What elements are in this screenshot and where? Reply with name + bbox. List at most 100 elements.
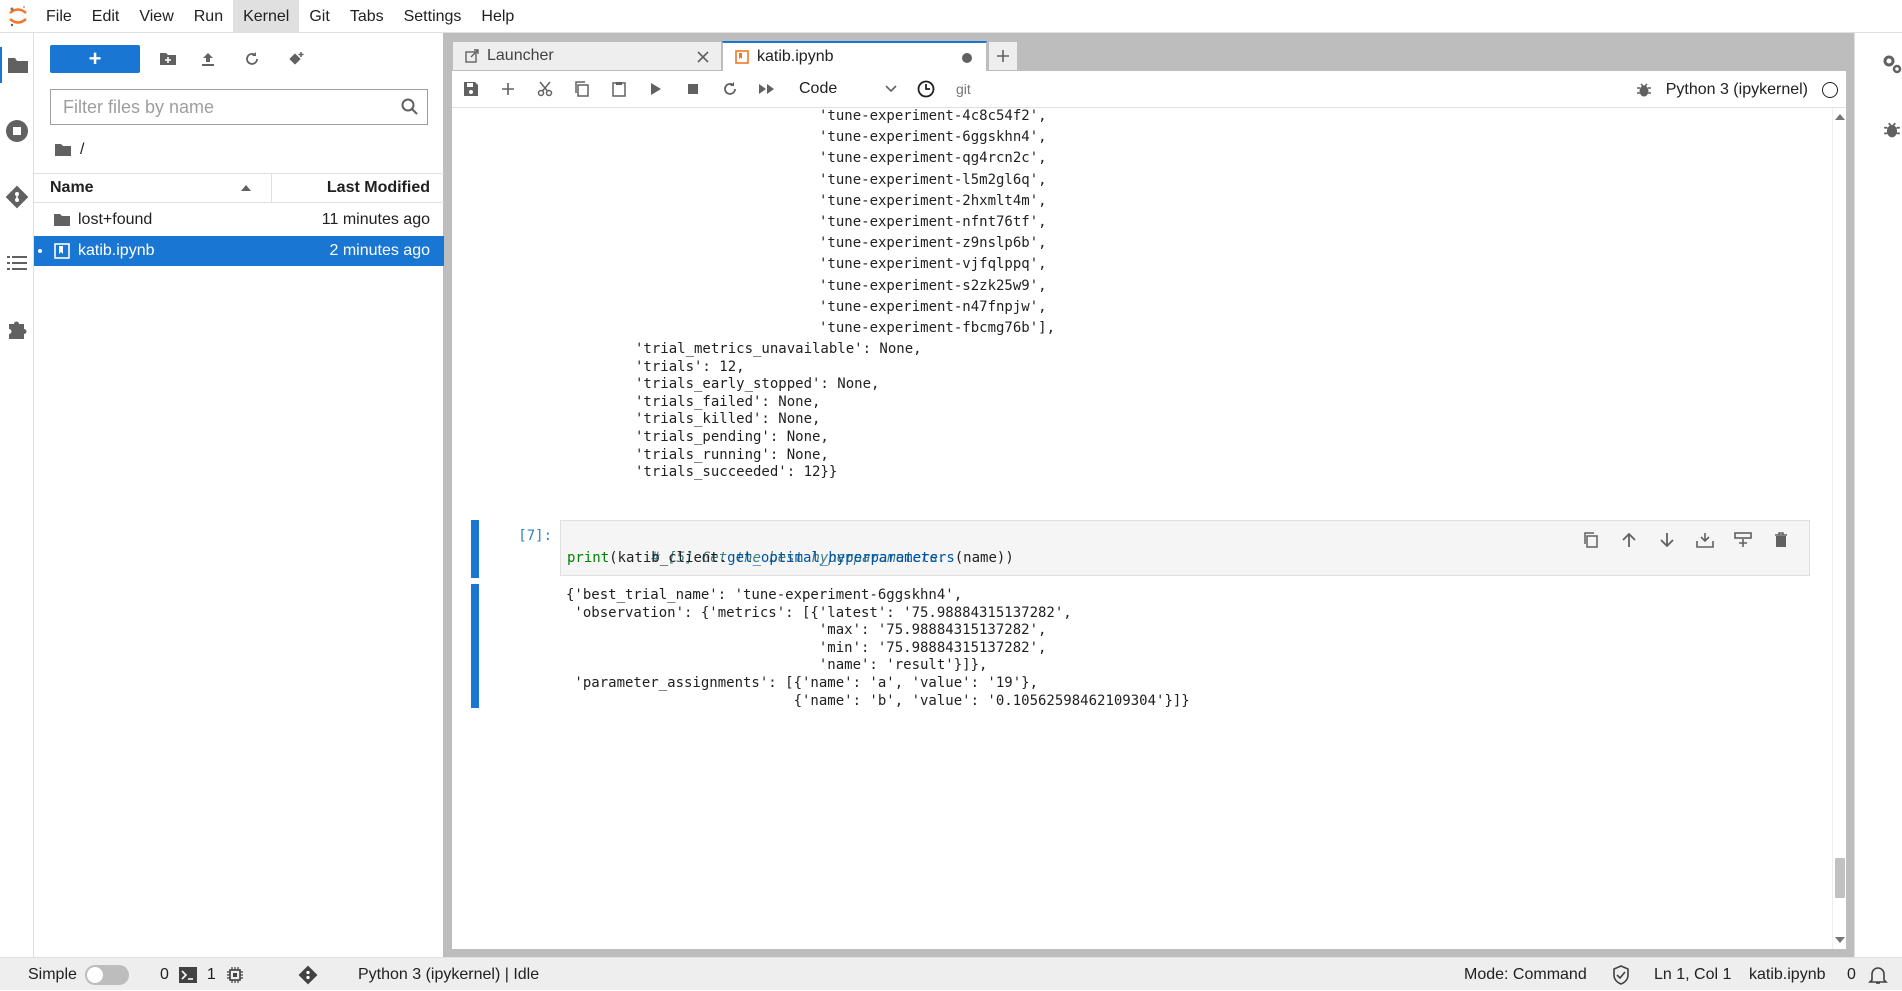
file-modified: 11 minutes ago: [321, 211, 430, 228]
chevron-down-icon: [885, 85, 897, 93]
file-browser-panel: + / Name Last Modified lost+foun: [34, 33, 444, 957]
new-launcher-button[interactable]: +: [50, 45, 140, 73]
add-tab-button[interactable]: [989, 42, 1017, 70]
home-folder-icon[interactable]: [54, 143, 72, 157]
simple-mode-toggle[interactable]: [84, 964, 129, 985]
menu-file[interactable]: File: [36, 0, 82, 33]
move-down-button[interactable]: [1653, 527, 1681, 553]
table-of-contents-icon[interactable]: [0, 245, 33, 281]
output-line: 'tune-experiment-qg4rcn2c',: [819, 150, 1047, 167]
clock-button[interactable]: [907, 71, 944, 108]
code-text: (name)): [954, 550, 1014, 566]
insert-cell-button[interactable]: [489, 71, 526, 108]
code-text: (katib_client.: [609, 550, 728, 566]
terminals-kernels-indicator[interactable]: 0 1: [160, 958, 244, 991]
upload-icon: [202, 53, 214, 66]
status-bar: Simple 0 1 Python 3 (ipykernel) | Idle M…: [0, 957, 1902, 990]
kernel-status-circle-icon: [1822, 81, 1838, 98]
tab-launcher[interactable]: Launcher: [452, 41, 722, 71]
vertical-scrollbar[interactable]: [1832, 108, 1846, 949]
jupyter-logo-icon[interactable]: [0, 0, 36, 33]
arrow-up-icon: [1622, 532, 1636, 547]
cursor-position[interactable]: Ln 1, Col 1: [1654, 958, 1731, 991]
menu-git[interactable]: Git: [299, 0, 339, 33]
file-browser-toolbar: +: [34, 33, 444, 83]
insert-above-button[interactable]: [1691, 527, 1719, 553]
move-up-button[interactable]: [1615, 527, 1643, 553]
upload-button[interactable]: [194, 45, 222, 73]
git-toolbar-label[interactable]: git: [956, 81, 971, 97]
cell-type-select[interactable]: Code: [793, 80, 903, 98]
cut-button[interactable]: [526, 71, 563, 108]
kernel-status-text[interactable]: Python 3 (ipykernel) | Idle: [358, 958, 539, 991]
menu-run[interactable]: Run: [184, 0, 233, 33]
breadcrumb-root[interactable]: /: [80, 141, 84, 159]
run-button[interactable]: [637, 71, 674, 108]
restart-button[interactable]: [711, 71, 748, 108]
debugger-bug-icon[interactable]: [1636, 82, 1652, 98]
bell-icon[interactable]: [1868, 958, 1888, 991]
output-selection-bar[interactable]: [471, 584, 479, 708]
output-line: 'tune-experiment-fbcmg76b'],: [819, 320, 1056, 336]
file-row-lost-found[interactable]: lost+found 11 minutes ago: [34, 205, 444, 235]
notebook-content[interactable]: 'tune-experiment-4c8c54f2', 'tune-experim…: [452, 108, 1846, 949]
tab-bar: Launcher katib.ipynb: [444, 33, 1854, 72]
menu-kernel[interactable]: Kernel: [233, 0, 300, 33]
file-browser-folder-icon[interactable]: [0, 47, 33, 83]
menu-help[interactable]: Help: [471, 0, 524, 33]
git-icon[interactable]: [0, 179, 33, 215]
debugger-bug-icon[interactable]: [1883, 121, 1901, 144]
running-kernels-stop-icon[interactable]: [0, 113, 33, 149]
scroll-down-arrow-icon[interactable]: [1835, 937, 1845, 943]
cell-type-value: Code: [799, 80, 838, 97]
scissors-icon: [537, 81, 552, 97]
stop-icon: [687, 84, 698, 94]
menu-edit[interactable]: Edit: [82, 0, 130, 33]
menu-settings[interactable]: Settings: [394, 0, 472, 33]
kernel-name[interactable]: Python 3 (ipykernel): [1666, 81, 1808, 99]
copy-button[interactable]: [563, 71, 600, 108]
menu-view[interactable]: View: [129, 0, 183, 33]
property-inspector-gears-icon[interactable]: [1881, 53, 1902, 80]
scroll-up-arrow-icon[interactable]: [1835, 114, 1845, 120]
search-icon: [401, 98, 418, 115]
notebook-mode[interactable]: Mode: Command: [1464, 958, 1587, 991]
output-line: 'tune-experiment-6ggskhn4',: [819, 129, 1047, 146]
cell-selection-bar[interactable]: [471, 520, 479, 578]
column-header-name[interactable]: Name: [34, 174, 272, 202]
paste-icon: [611, 82, 626, 97]
current-filename: katib.ipynb: [1749, 965, 1826, 983]
paste-button[interactable]: [600, 71, 637, 108]
column-header-last-modified[interactable]: Last Modified: [272, 174, 444, 202]
git-status-icon[interactable]: [298, 958, 318, 991]
file-row-katib-ipynb[interactable]: katib.ipynb 2 minutes ago: [34, 236, 444, 266]
extensions-puzzle-icon[interactable]: [0, 311, 33, 347]
restart-run-all-button[interactable]: [748, 71, 785, 108]
code-cell-input[interactable]: # [5] Get the best hyperparameters. prin…: [560, 520, 1810, 576]
close-icon[interactable]: [697, 51, 709, 63]
git-clone-button[interactable]: [282, 45, 310, 73]
output-line: {'name': 'b', 'value': '0.10562598462109…: [566, 692, 1190, 709]
notebook-icon: [40, 243, 84, 259]
unsaved-dot-icon[interactable]: [962, 53, 972, 63]
delete-cell-button[interactable]: [1767, 527, 1795, 553]
filter-files-input-wrapper: [50, 89, 428, 125]
notebook-toolbar: Code git Python 3 (ipykernel): [452, 71, 1846, 108]
terminal-icon: [178, 966, 197, 983]
tab-katib-ipynb[interactable]: katib.ipynb: [722, 41, 987, 72]
interrupt-button[interactable]: [674, 71, 711, 108]
insert-below-button[interactable]: [1729, 527, 1757, 553]
refresh-icon: [246, 52, 258, 65]
terminal-count: 0: [160, 965, 169, 983]
plus-icon: [501, 83, 514, 95]
kernel-area: Python 3 (ipykernel): [1636, 71, 1838, 108]
refresh-button[interactable]: [238, 45, 266, 73]
save-button[interactable]: [452, 71, 489, 108]
scrollbar-thumb[interactable]: [1835, 858, 1845, 898]
new-folder-button[interactable]: [154, 45, 182, 73]
filter-files-input[interactable]: [63, 96, 393, 118]
simple-mode-toggle-wrapper: Simple: [28, 958, 129, 991]
menu-tabs[interactable]: Tabs: [340, 0, 394, 33]
duplicate-cell-button[interactable]: [1577, 527, 1605, 553]
trusted-shield-icon[interactable]: [1612, 958, 1630, 991]
